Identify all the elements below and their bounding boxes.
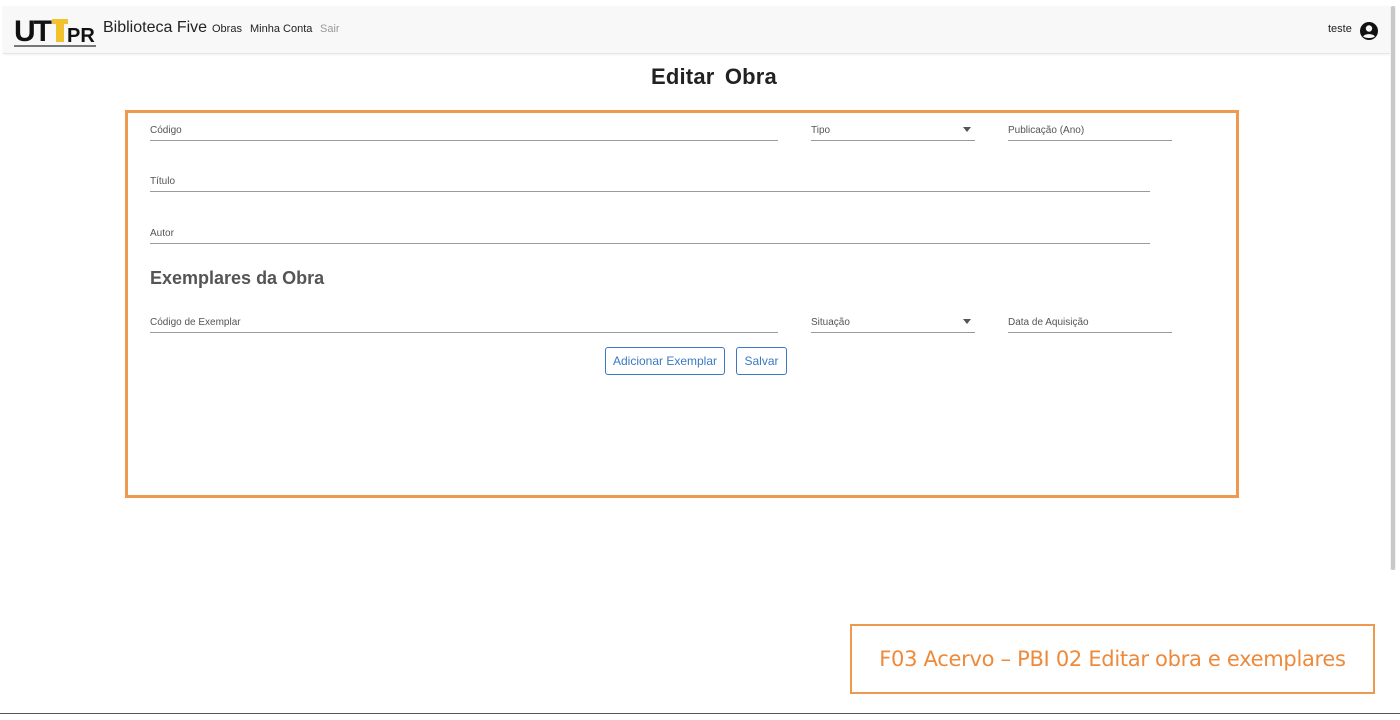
tipo-label: Tipo <box>811 125 831 136</box>
autor-field[interactable]: Autor <box>150 214 1150 244</box>
bottom-divider <box>0 713 1400 714</box>
brand-name[interactable]: Biblioteca Five <box>103 19 207 37</box>
save-button[interactable]: Salvar <box>736 347 787 375</box>
codigo-label: Código <box>150 125 182 136</box>
nav-link-obras[interactable]: Obras <box>212 23 242 35</box>
user-name[interactable]: teste <box>1328 23 1352 35</box>
codigo-exemplar-label: Código de Exemplar <box>150 317 241 328</box>
page: UT PR Biblioteca Five Obras Minha Conta … <box>0 0 1400 720</box>
tipo-select[interactable]: Tipo <box>811 111 975 141</box>
annotation-caption: F03 Acervo – PBI 02 Editar obra e exempl… <box>879 647 1346 671</box>
nav-link-sair[interactable]: Sair <box>320 23 340 35</box>
exemplares-section-title: Exemplares da Obra <box>150 268 325 288</box>
page-title: Editar Obra <box>650 64 777 89</box>
codigo-exemplar-field[interactable]: Código de Exemplar <box>150 303 778 333</box>
utfpr-logo[interactable]: UT PR <box>14 15 96 51</box>
publicacao-field[interactable]: Publicação (Ano) <box>1008 111 1172 141</box>
svg-text:PR: PR <box>67 25 95 47</box>
publicacao-label: Publicação (Ano) <box>1008 125 1085 136</box>
codigo-field[interactable]: Código <box>150 111 778 141</box>
data-aquisicao-field[interactable]: Data de Aquisição <box>1008 303 1172 333</box>
svg-text:UT: UT <box>14 15 52 48</box>
chevron-down-icon <box>963 319 971 324</box>
user-account-icon[interactable] <box>1359 21 1379 41</box>
navbar: UT PR Biblioteca Five Obras Minha Conta … <box>3 6 1390 54</box>
add-exemplar-button[interactable]: Adicionar Exemplar <box>605 347 725 375</box>
data-aquisicao-label: Data de Aquisição <box>1008 317 1089 328</box>
scrollbar-thumb[interactable] <box>1391 6 1395 570</box>
nav-link-minha-conta[interactable]: Minha Conta <box>250 23 312 35</box>
titulo-label: Título <box>150 176 176 187</box>
chevron-down-icon <box>963 127 971 132</box>
situacao-select[interactable]: Situação <box>811 303 975 333</box>
autor-label: Autor <box>150 228 174 239</box>
annotation-caption-box: F03 Acervo – PBI 02 Editar obra e exempl… <box>850 624 1375 694</box>
titulo-field[interactable]: Título <box>150 162 1150 192</box>
situacao-label: Situação <box>811 317 850 328</box>
